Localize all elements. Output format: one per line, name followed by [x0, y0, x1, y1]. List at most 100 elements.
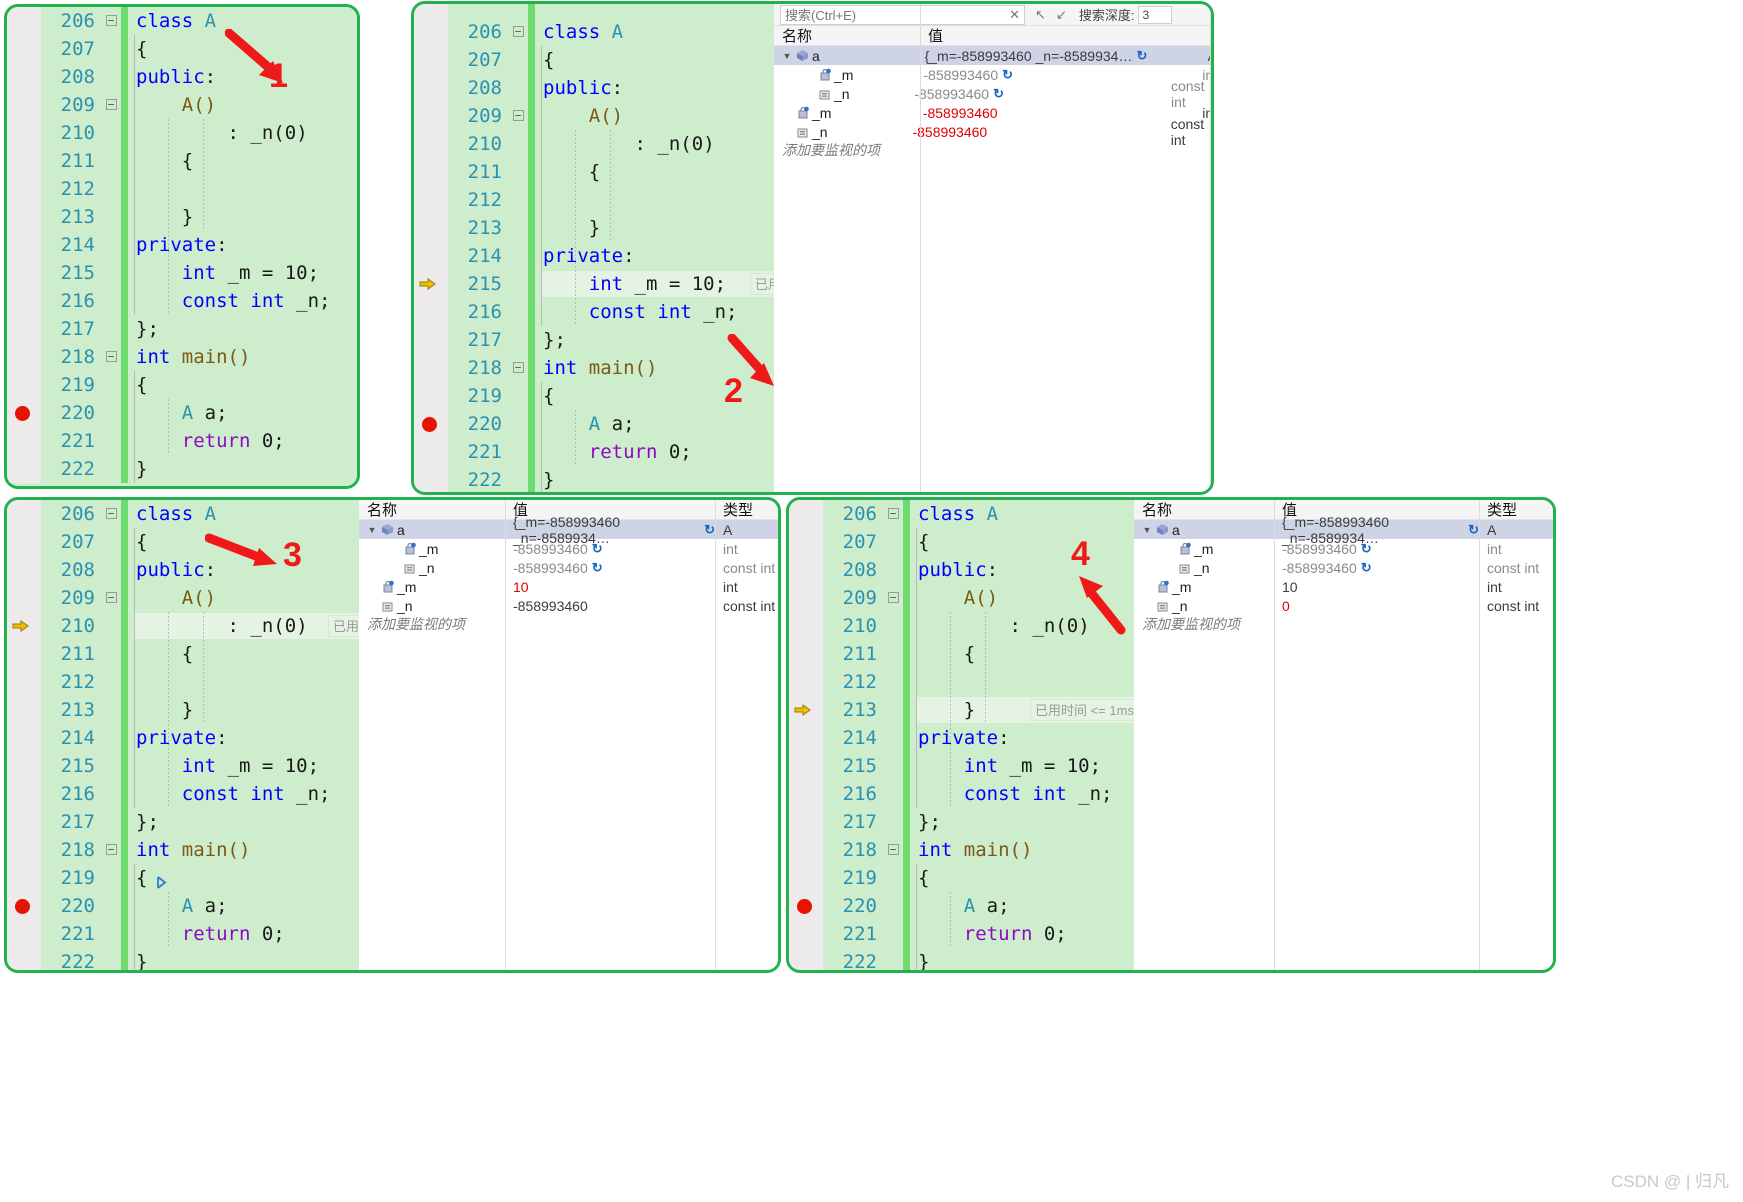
breakpoint-gutter[interactable] [7, 7, 41, 35]
breakpoint-gutter[interactable] [414, 102, 448, 130]
watch-row-value-cell[interactable]: 10 [1274, 579, 1479, 595]
code-text-area[interactable]: private: [535, 242, 774, 270]
breakpoint-gutter[interactable] [7, 455, 41, 483]
code-text-area[interactable]: int main() [910, 836, 1134, 864]
breakpoint-gutter[interactable] [7, 259, 41, 287]
watch-row-name-cell[interactable]: _m [359, 579, 505, 595]
code-line-222[interactable]: 222} [414, 466, 774, 492]
code-text-area[interactable]: } [128, 203, 357, 231]
code-line-218[interactable]: 218− int main() [789, 836, 1134, 864]
code-line-206[interactable]: 206− class A [789, 500, 1134, 528]
code-line-216[interactable]: 216 const int _n; [7, 287, 357, 315]
code-line-215[interactable]: 215 int _m = 10; [7, 259, 357, 287]
watch-row-name-cell[interactable]: _n [359, 598, 505, 614]
code-editor-2[interactable]: 205206−class A207{208public:209− A()210 … [414, 4, 800, 492]
code-text-area[interactable]: { [910, 640, 1134, 668]
watch-row[interactable]: ▼a{_m=-858993460 _n=-8589934…↻A [774, 46, 1211, 65]
code-line-222[interactable]: 222} [7, 948, 359, 970]
code-text-area[interactable]: : _n(0) [128, 119, 357, 147]
code-line-220[interactable]: 220 A a; [789, 892, 1134, 920]
code-line-219[interactable]: 219 { [414, 382, 774, 410]
fold-toggle[interactable]: − [101, 343, 121, 371]
column-divider[interactable] [920, 4, 921, 492]
code-text-area[interactable]: class A [535, 18, 774, 46]
breakpoint-gutter[interactable] [7, 892, 41, 920]
watch-window-4[interactable]: 名称值类型 ▼ a {_m=-858993460 _n=-8589934… ↻ A _m -8… [1134, 500, 1553, 970]
code-line-213[interactable]: 213 } [414, 214, 774, 242]
code-text-area[interactable]: int main() [128, 343, 357, 371]
column-divider[interactable] [1479, 500, 1480, 970]
watch-row[interactable]: _n -858993460 const int [359, 596, 778, 615]
code-text-area[interactable]: { [128, 147, 357, 175]
breakpoint-gutter[interactable] [7, 836, 41, 864]
watch-row-name-cell[interactable]: _m [774, 67, 915, 83]
breakpoint-gutter[interactable] [414, 438, 448, 466]
watch-grid-4[interactable]: 名称值类型 ▼ a {_m=-858993460 _n=-8589934… ↻ A _m -8… [1134, 500, 1553, 634]
watch-row-value-cell[interactable]: -858993460 ↻ [1274, 541, 1479, 557]
code-text-area[interactable]: { [910, 528, 1134, 556]
code-text-area[interactable]: } [128, 948, 359, 970]
breakpoint-gutter[interactable] [414, 410, 448, 438]
refresh-icon[interactable]: ↻ [993, 86, 1004, 102]
watch-row-value-cell[interactable]: -858993460 ↻ [906, 86, 1163, 102]
watch-row[interactable]: _m -858993460↻ int [359, 539, 778, 558]
code-line-217[interactable]: 217}; [7, 808, 359, 836]
code-line-206[interactable]: 206− class A [7, 500, 359, 528]
breakpoint-gutter[interactable] [7, 696, 41, 724]
breakpoint-gutter[interactable] [7, 203, 41, 231]
code-line-221[interactable]: 221 return 0; [789, 920, 1134, 948]
code-line-211[interactable]: 211 { [414, 158, 774, 186]
code-line-216[interactable]: 216 const int _n; [414, 298, 774, 326]
code-line-221[interactable]: 221 return 0; [7, 427, 357, 455]
column-header-name[interactable]: 名称 [774, 25, 920, 46]
fold-toggle[interactable]: − [508, 354, 528, 382]
breakpoint-gutter[interactable] [789, 892, 823, 920]
column-divider[interactable] [1210, 4, 1211, 492]
watch-row-value-cell[interactable]: -858993460 ↻ [915, 67, 1194, 83]
breakpoint-gutter[interactable] [7, 175, 41, 203]
code-line-218[interactable]: 218− int main() [7, 836, 359, 864]
code-line-214[interactable]: 214 private: [414, 242, 774, 270]
code-line-208[interactable]: 208 public: [7, 63, 357, 91]
fold-toggle[interactable]: − [883, 584, 903, 612]
add-watch-placeholder[interactable]: 添加要监视的项 [1134, 615, 1553, 634]
breakpoint-icon[interactable] [797, 899, 812, 914]
breakpoint-gutter[interactable] [414, 270, 448, 298]
fold-toggle[interactable]: − [101, 91, 121, 119]
breakpoint-gutter[interactable] [414, 242, 448, 270]
code-line-211[interactable]: 211 { [7, 147, 357, 175]
code-text-area[interactable] [128, 175, 357, 203]
code-line-210[interactable]: 210 : _n(0) [414, 130, 774, 158]
breakpoint-gutter[interactable] [414, 298, 448, 326]
breakpoint-gutter[interactable] [789, 668, 823, 696]
breakpoint-gutter[interactable] [7, 724, 41, 752]
code-line-220[interactable]: 220 A a; [7, 399, 357, 427]
code-line-220[interactable]: 220 A a; [414, 410, 774, 438]
breakpoint-gutter[interactable] [414, 382, 448, 410]
code-text-area[interactable] [910, 668, 1134, 696]
code-line-214[interactable]: 214 private: [7, 724, 359, 752]
code-line-207[interactable]: 207 { [7, 35, 357, 63]
watch-row-name-cell[interactable]: _n [774, 86, 906, 102]
breakpoint-gutter[interactable] [414, 74, 448, 102]
code-text-area[interactable]: private: [128, 231, 357, 259]
breakpoint-gutter[interactable] [414, 158, 448, 186]
code-line-216[interactable]: 216 const int _n; [789, 780, 1134, 808]
code-text-area[interactable]: const int _n; [128, 780, 359, 808]
code-line-206[interactable]: 206− class A [7, 7, 357, 35]
watch-row[interactable]: _n -858993460 ↻ const int [359, 558, 778, 577]
fold-toggle[interactable]: − [883, 500, 903, 528]
watch-row-name-cell[interactable]: _n [774, 124, 904, 140]
code-text-area[interactable]: return 0; [910, 920, 1134, 948]
code-line-206[interactable]: 206− class A [414, 18, 774, 46]
code-text-area[interactable]: { [535, 158, 774, 186]
code-line-212[interactable]: 212 [414, 186, 774, 214]
code-line-211[interactable]: 211 { [7, 640, 359, 668]
code-text-area[interactable]: { [535, 46, 774, 74]
column-header-type[interactable]: 类型 [1479, 500, 1553, 520]
code-line-210[interactable]: 210 : _n(0) [7, 119, 357, 147]
breakpoint-gutter[interactable] [789, 808, 823, 836]
breakpoint-gutter[interactable] [789, 696, 823, 724]
breakpoint-icon[interactable] [15, 899, 30, 914]
code-line-218[interactable]: 218− int main() [7, 343, 357, 371]
